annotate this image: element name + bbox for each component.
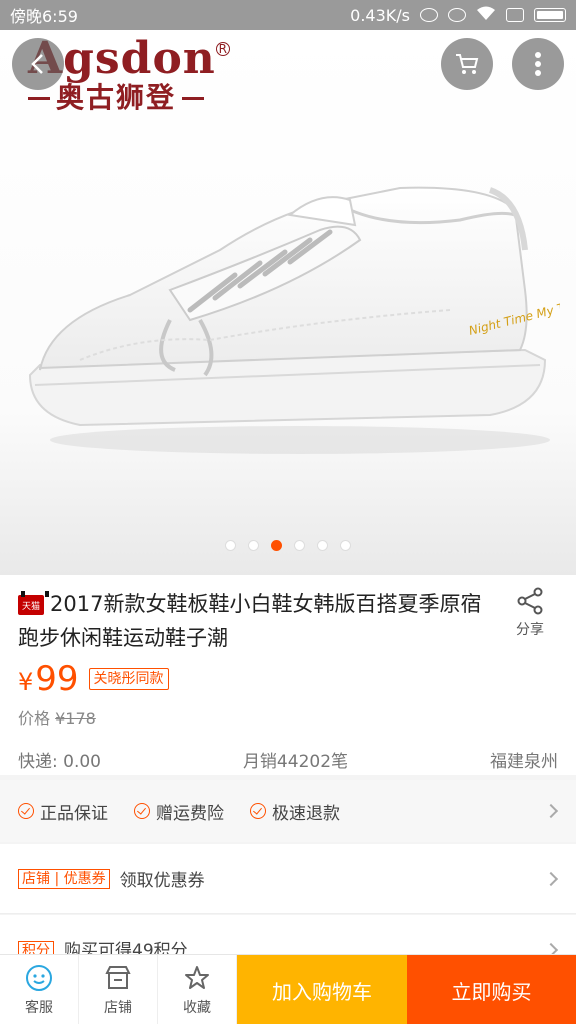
store-icon [103,963,133,993]
carousel-dot[interactable] [225,540,236,551]
product-info: 天猫 2017新款女鞋板鞋小白鞋女韩版百搭夏季原宿跑步休闲鞋运动鞋子潮 分享 ¥9… [0,575,576,775]
product-title-row: 天猫 2017新款女鞋板鞋小白鞋女韩版百搭夏季原宿跑步休闲鞋运动鞋子潮 [18,587,496,655]
coupon-tag: 店铺 | 优惠券 [18,868,110,889]
add-to-cart-button[interactable]: 加入购物车 [237,955,407,1024]
price-row: ¥99 关晓彤同款 [18,659,169,699]
service-guarantees[interactable]: 正品保证 赠运费险 极速退款 [0,780,576,842]
points-text: 购买可得49积分 [64,941,188,955]
points-tag: 积分 [18,941,54,955]
coupon-text: 领取优惠券 [119,871,205,891]
check-circle-icon [18,803,34,819]
buy-now-button[interactable]: 立即购买 [407,955,576,1024]
ship-from-location: 福建泉州 [489,752,558,772]
sim-icon [506,8,524,22]
more-button[interactable] [512,38,564,90]
status-bar: 傍晚6:59 0.43K/s [0,0,576,30]
status-time: 傍晚6:59 [10,7,78,26]
check-circle-icon [134,803,150,819]
star-icon [182,963,212,993]
carousel-dot[interactable] [271,540,282,551]
back-button[interactable] [12,38,64,90]
share-icon [517,587,543,615]
product-title: 2017新款女鞋板鞋小白鞋女韩版百搭夏季原宿跑步休闲鞋运动鞋子潮 [18,592,482,650]
chevron-right-icon [543,871,559,886]
service-icon [24,963,54,993]
carousel-dot[interactable] [340,540,351,551]
favorite-button[interactable]: 收藏 [158,955,237,1024]
network-speed: 0.43K/s [350,5,410,25]
share-label: 分享 [516,622,544,638]
carousel-dot[interactable] [248,540,259,551]
product-image-carousel[interactable]: Agsdon R 奥古狮登 Night Time My Time [0,30,576,575]
carousel-dot[interactable] [294,540,305,551]
service-item: 正品保证 [18,799,108,824]
mute-icon [420,8,438,22]
bottom-action-bar: 客服 店铺 收藏 加入购物车 立即购买 [0,954,576,1024]
monthly-sales: 月销44202笔 [242,752,349,772]
chevron-right-icon [543,803,559,819]
customer-service-button[interactable]: 客服 [0,955,79,1024]
price: ¥99 [18,659,79,699]
battery-icon [534,8,566,22]
more-vertical-icon [535,52,541,76]
points-row[interactable]: 积分 购买可得49积分 [0,915,576,955]
cart-button[interactable] [441,38,493,90]
wifi-icon [476,5,496,25]
service-item: 赠运费险 [134,799,224,824]
status-icons: 0.43K/s [350,5,566,25]
tmall-badge: 天猫 [18,591,49,615]
check-circle-icon [250,803,266,819]
cart-icon [456,54,479,74]
carousel-indicator [0,540,576,551]
celebrity-tag: 关晓彤同款 [88,668,169,690]
chevron-left-icon [31,54,43,74]
original-price: 价格 ¥178 [18,709,96,728]
service-item: 极速退款 [250,799,340,824]
brand-logo-zh-row: 奥古狮登 [28,82,216,114]
share-button[interactable]: 分享 [505,587,555,639]
shoe-image: Night Time My Time [28,186,560,454]
shop-button[interactable]: 店铺 [79,955,158,1024]
carousel-dot[interactable] [317,540,328,551]
brand-logo-zh: 奥古狮登 [56,81,177,114]
registered-mark: R [215,42,230,56]
alarm-icon [448,8,466,22]
shipping-fee: 快递: 0.00 [18,752,101,772]
coupon-row[interactable]: 店铺 | 优惠券 领取优惠券 [0,844,576,914]
shipping-sales-row: 快递: 0.00 月销44202笔 福建泉州 [18,747,558,772]
